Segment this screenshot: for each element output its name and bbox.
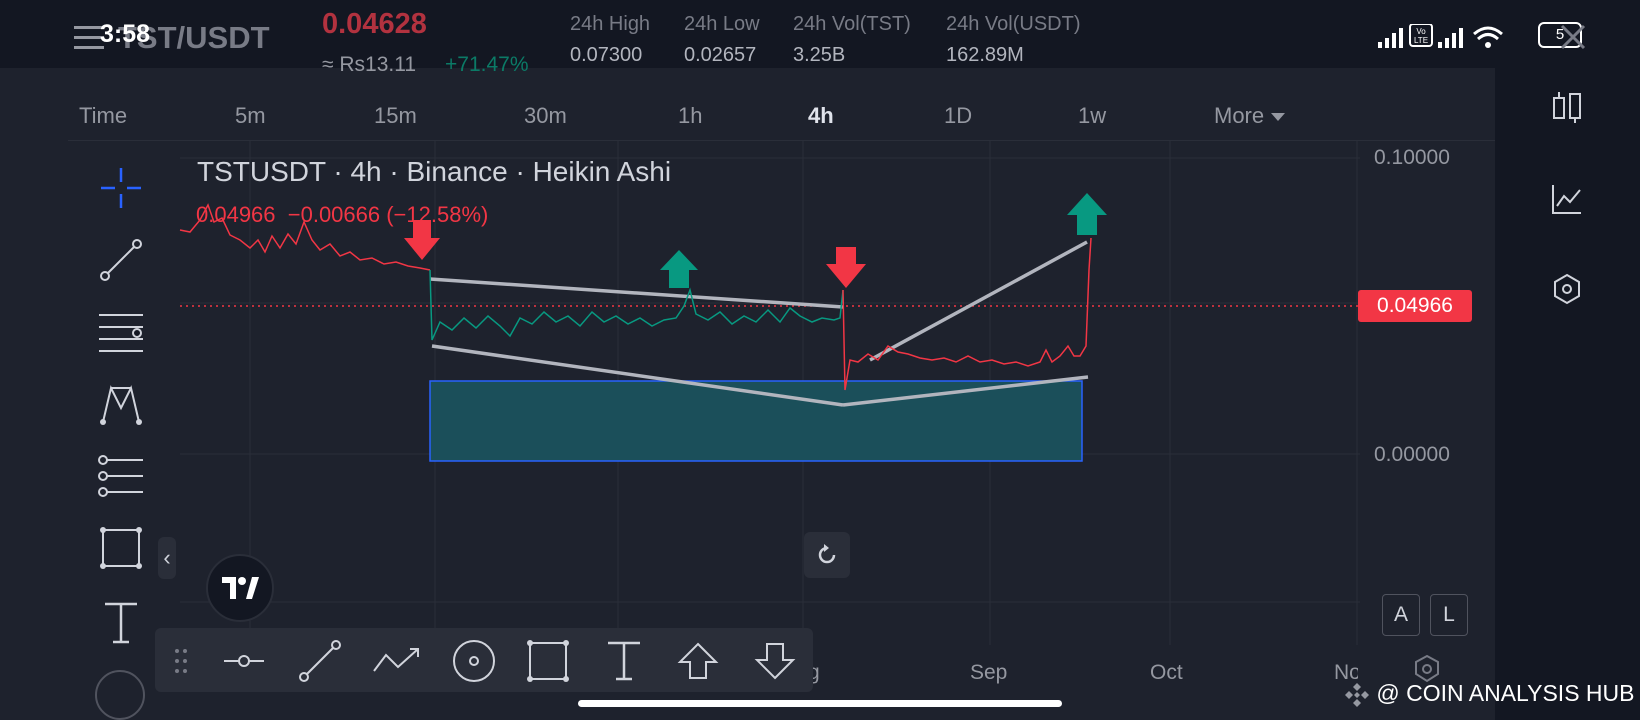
- crosshair-icon[interactable]: [93, 160, 149, 216]
- settings-icon[interactable]: [1550, 272, 1584, 306]
- svg-text:Vo: Vo: [1416, 27, 1426, 36]
- reset-chart-button[interactable]: [804, 532, 850, 578]
- chevron-down-icon: [1271, 113, 1286, 122]
- close-icon[interactable]: [1556, 20, 1590, 54]
- tab-4h[interactable]: 4h: [808, 103, 834, 129]
- right-toolbar: [1495, 68, 1640, 720]
- last-price: 0.04628: [322, 8, 427, 40]
- stat-value-high: 0.07300: [570, 44, 643, 66]
- tab-1h[interactable]: 1h: [678, 103, 702, 129]
- tab-5m[interactable]: 5m: [235, 103, 266, 129]
- log-scale-button[interactable]: L: [1430, 594, 1468, 636]
- home-indicator[interactable]: [578, 700, 1062, 707]
- tab-30m[interactable]: 30m: [524, 103, 567, 129]
- indicators-icon[interactable]: [1550, 182, 1584, 216]
- chart-legend-values: 0.04966 −0.00666 (−12.58%): [196, 202, 489, 227]
- drag-handle-icon[interactable]: [168, 630, 194, 692]
- compare-icon[interactable]: [1550, 90, 1584, 124]
- binance-logo-icon: [1345, 682, 1369, 707]
- path-icon[interactable]: [368, 630, 424, 692]
- rectangle-icon[interactable]: [93, 520, 149, 576]
- auto-scale-button[interactable]: A: [1382, 594, 1420, 636]
- tab-1w[interactable]: 1w: [1078, 103, 1106, 129]
- stat-label-vol-tst: 24h Vol(TST): [793, 13, 911, 35]
- current-price-badge: 0.04966: [1358, 290, 1472, 322]
- watermark: @ COIN ANALYSIS HUB: [1344, 680, 1635, 708]
- more-label: More: [1214, 103, 1265, 128]
- y-tick-top: 0.10000: [1374, 146, 1450, 169]
- stat-label-high: 24h High: [570, 13, 651, 35]
- arrow-down-icon[interactable]: [749, 630, 801, 692]
- stat-value-low: 0.02657: [684, 44, 757, 66]
- stat-value-vol-usdt: 162.89M: [946, 44, 1024, 66]
- price-line-mid: [429, 269, 844, 341]
- tab-15m[interactable]: 15m: [374, 103, 417, 129]
- fiat-price: ≈ Rs13.11: [322, 53, 417, 76]
- forecast-icon[interactable]: [93, 448, 149, 504]
- buy-arrow-2: [1067, 193, 1107, 235]
- more-dropdown[interactable]: More: [1214, 103, 1286, 129]
- arrow-up-icon[interactable]: [672, 630, 724, 692]
- stat-value-vol-tst: 3.25B: [793, 44, 846, 66]
- svg-text:LTE: LTE: [1414, 36, 1428, 45]
- stat-label-low: 24h Low: [684, 13, 760, 35]
- more-tools-button[interactable]: [95, 670, 145, 720]
- watermark-text: @ COIN ANALYSIS HUB: [1376, 680, 1635, 706]
- circle-icon[interactable]: [448, 630, 500, 692]
- horizontal-ray-icon[interactable]: [218, 630, 270, 692]
- x-tick-sep: Sep: [970, 661, 1008, 684]
- bottom-trendline-icon[interactable]: [294, 630, 346, 692]
- change-percent: +71.47%: [445, 53, 529, 76]
- stat-label-vol-usdt: 24h Vol(USDT): [946, 13, 1081, 35]
- refresh-icon: [818, 544, 836, 564]
- trendline-icon[interactable]: [93, 232, 149, 288]
- y-tick-bottom: 0.00000: [1374, 443, 1450, 466]
- status-time: 3:58: [100, 20, 151, 48]
- sell-arrow-2: [826, 247, 866, 288]
- tab-time[interactable]: Time: [79, 103, 127, 129]
- fib-icon[interactable]: [93, 305, 149, 361]
- bottom-text-icon[interactable]: [598, 630, 650, 692]
- tradingview-logo: [206, 554, 274, 622]
- buy-arrow-1: [660, 250, 698, 288]
- collapse-toolbar-button[interactable]: ‹: [158, 537, 176, 579]
- signal-icon: Vo LTE: [1378, 24, 1508, 50]
- bottom-rectangle-icon[interactable]: [522, 630, 574, 692]
- pattern-icon[interactable]: [93, 376, 149, 432]
- chart-legend-title: TSTUSDT · 4h · Binance · Heikin Ashi: [197, 156, 672, 187]
- x-tick-oct: Oct: [1150, 661, 1183, 684]
- tab-1d[interactable]: 1D: [944, 103, 972, 129]
- text-icon[interactable]: [93, 594, 149, 650]
